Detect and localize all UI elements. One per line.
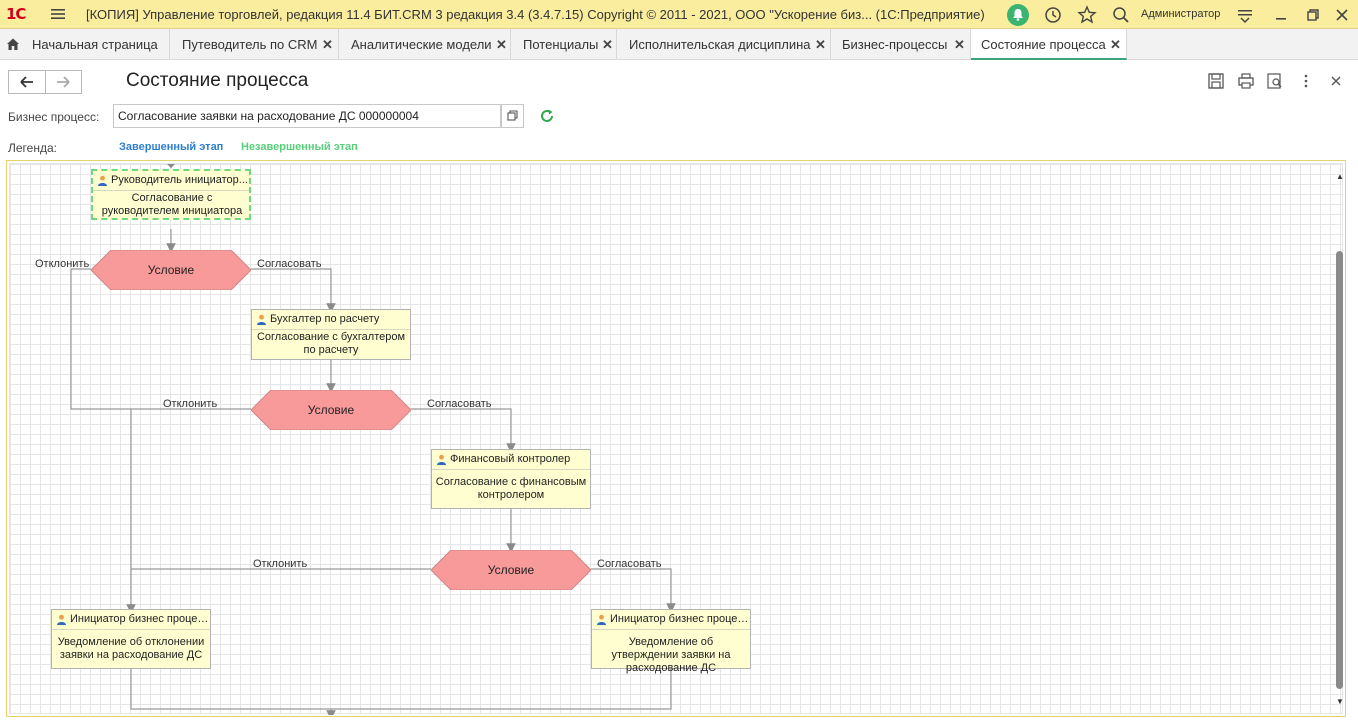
condition-node[interactable]: Условие xyxy=(251,390,411,430)
task-description: Уведомление об утверждении заявки на рас… xyxy=(611,636,731,674)
close-window-icon[interactable] xyxy=(1331,4,1353,26)
close-tab-icon[interactable]: ✕ xyxy=(1110,29,1121,60)
tab-process-state[interactable]: Состояние процесса ✕ xyxy=(971,29,1127,60)
arrow-left-icon xyxy=(20,76,33,88)
task-assignee: Бухгалтер по расчету xyxy=(252,310,410,330)
task-description: Согласование с руководителем инициатора xyxy=(101,192,243,217)
back-button[interactable] xyxy=(8,70,46,94)
edge-label-approve: Согласовать xyxy=(597,558,662,570)
close-tab-icon[interactable]: ✕ xyxy=(496,29,507,60)
edge-label-reject: Отклонить xyxy=(35,258,90,270)
task-financial-controller-approval[interactable]: Финансовый контролер Согласование с фина… xyxy=(431,449,591,509)
favorites-star-icon[interactable] xyxy=(1076,4,1098,26)
close-tab-icon[interactable]: ✕ xyxy=(602,29,613,60)
save-icon[interactable] xyxy=(1206,71,1226,91)
tab-bar: Начальная страница Путеводитель по CRM ✕… xyxy=(0,29,1358,60)
edge-label-reject: Отклонить xyxy=(163,398,218,410)
home-icon xyxy=(7,38,19,50)
edge-label-reject: Отклонить xyxy=(253,558,308,570)
history-icon[interactable] xyxy=(1042,4,1064,26)
tab-label: Путеводитель по CRM xyxy=(182,37,318,52)
tab-label: Аналитические модели xyxy=(351,37,492,52)
main-menu-icon[interactable] xyxy=(50,6,66,22)
task-assignee: Руководитель инициатор... xyxy=(93,171,249,191)
task-rejection-notice[interactable]: Инициатор бизнес процес... Уведомление о… xyxy=(51,609,211,669)
minimize-icon[interactable] xyxy=(1270,4,1292,26)
open-icon xyxy=(507,110,518,121)
edge-label-approve: Согласовать xyxy=(257,258,322,270)
tab-label: Потенциалы xyxy=(523,37,599,52)
title-bar: 1С [КОПИЯ] Управление торговлей, редакци… xyxy=(0,0,1358,29)
current-user[interactable]: Администратор xyxy=(1141,8,1220,20)
close-tab-icon[interactable]: ✕ xyxy=(954,29,965,60)
settings-menu-icon[interactable] xyxy=(1234,4,1256,26)
close-form-icon[interactable] xyxy=(1326,71,1346,91)
process-diagram-panel: Руководитель инициатор... Согласование с… xyxy=(6,160,1346,717)
close-tab-icon[interactable]: ✕ xyxy=(322,29,333,60)
tab-label: Начальная страница xyxy=(32,37,158,52)
task-assignee: Инициатор бизнес процес... xyxy=(592,610,750,630)
task-accountant-approval[interactable]: Бухгалтер по расчету Согласование с бухг… xyxy=(251,309,411,360)
business-process-field[interactable]: Согласование заявки на расходование ДС 0… xyxy=(113,104,501,128)
condition-label: Условие xyxy=(307,403,355,417)
condition-label: Условие xyxy=(147,263,195,277)
close-tab-icon[interactable]: ✕ xyxy=(815,29,826,60)
tab-potentials[interactable]: Потенциалы ✕ xyxy=(511,29,617,60)
task-description: Согласование с финансовым контролером xyxy=(435,476,587,501)
legend-completed-stage: Завершенный этап xyxy=(119,141,224,153)
preview-icon[interactable] xyxy=(1265,71,1285,91)
print-icon[interactable] xyxy=(1236,71,1256,91)
tab-label: Состояние процесса xyxy=(981,37,1106,52)
page-title: Состояние процесса xyxy=(126,70,309,91)
scrollbar-thumb[interactable] xyxy=(1336,251,1343,689)
legend-incomplete-stage: Незавершенный этап xyxy=(241,141,358,153)
app-logo: 1С xyxy=(6,5,26,23)
condition-label: Условие xyxy=(487,563,535,577)
tab-analytical-models[interactable]: Аналитические модели ✕ xyxy=(339,29,511,60)
task-manager-approval[interactable]: Руководитель инициатор... Согласование с… xyxy=(91,169,251,220)
forward-button[interactable] xyxy=(45,70,82,94)
task-description: Согласование с бухгалтером по расчету xyxy=(256,331,406,356)
scroll-down-icon[interactable]: ▼ xyxy=(1335,697,1345,707)
tab-business-processes[interactable]: Бизнес-процессы ✕ xyxy=(831,29,971,60)
window-title: [КОПИЯ] Управление торговлей, редакция 1… xyxy=(86,7,985,22)
condition-node[interactable]: Условие xyxy=(91,250,251,290)
tab-executive-discipline[interactable]: Исполнительская дисциплина ✕ xyxy=(617,29,831,60)
legend-label: Легенда: xyxy=(8,141,57,155)
task-assignee: Финансовый контролер xyxy=(432,450,590,470)
scroll-up-icon[interactable]: ▲ xyxy=(1335,172,1345,182)
tab-crm-guide[interactable]: Путеводитель по CRM ✕ xyxy=(170,29,339,60)
edge-label-approve: Согласовать xyxy=(427,398,492,410)
search-icon[interactable] xyxy=(1110,4,1132,26)
tab-home[interactable]: Начальная страница xyxy=(0,29,170,60)
refresh-icon[interactable] xyxy=(537,106,557,126)
condition-node[interactable]: Условие xyxy=(431,550,591,590)
tab-label: Бизнес-процессы xyxy=(842,37,948,52)
notifications-bell-icon[interactable] xyxy=(1007,4,1029,26)
process-diagram-canvas[interactable]: Руководитель инициатор... Согласование с… xyxy=(9,163,1345,715)
task-approval-notice[interactable]: Инициатор бизнес процес... Уведомление о… xyxy=(591,609,751,674)
restore-icon[interactable] xyxy=(1302,4,1324,26)
business-process-label: Бизнес процесс: xyxy=(8,110,100,124)
arrow-right-icon xyxy=(57,76,70,88)
tab-label: Исполнительская дисциплина xyxy=(629,37,811,52)
task-description: Уведомление об отклонении заявки на расх… xyxy=(57,636,205,661)
more-actions-icon[interactable] xyxy=(1296,71,1316,91)
task-assignee: Инициатор бизнес процес... xyxy=(52,610,210,630)
open-business-process-button[interactable] xyxy=(501,104,524,128)
